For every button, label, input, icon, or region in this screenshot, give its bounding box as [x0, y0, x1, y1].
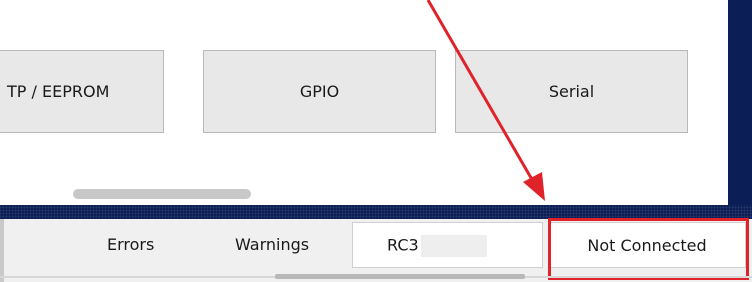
redacted-area	[420, 235, 487, 257]
gpio-button-label: GPIO	[299, 82, 340, 101]
dark-panel-edge	[728, 0, 752, 219]
arrow-head	[523, 172, 545, 201]
otp-eeprom-button-label: TP / EEPROM	[7, 82, 110, 101]
connection-status-label: Not Connected	[587, 235, 707, 255]
status-bar-edge	[0, 219, 4, 282]
serial-button[interactable]: Serial	[455, 50, 688, 133]
port-field-value: RC3	[387, 235, 419, 255]
warnings-tab[interactable]: Warnings	[235, 235, 309, 254]
gpio-button[interactable]: GPIO	[203, 50, 436, 133]
connection-status-field[interactable]: Not Connected	[548, 222, 746, 268]
serial-button-label: Serial	[548, 82, 595, 101]
horizontal-scrollbar-thumb[interactable]	[73, 189, 251, 199]
errors-tab[interactable]: Errors	[107, 235, 154, 254]
otp-eeprom-button[interactable]: TP / EEPROM	[0, 50, 164, 133]
dark-panel-divider	[0, 205, 752, 219]
bottom-scrollbar-thumb[interactable]	[275, 274, 525, 279]
port-field[interactable]: RC3	[352, 222, 543, 268]
